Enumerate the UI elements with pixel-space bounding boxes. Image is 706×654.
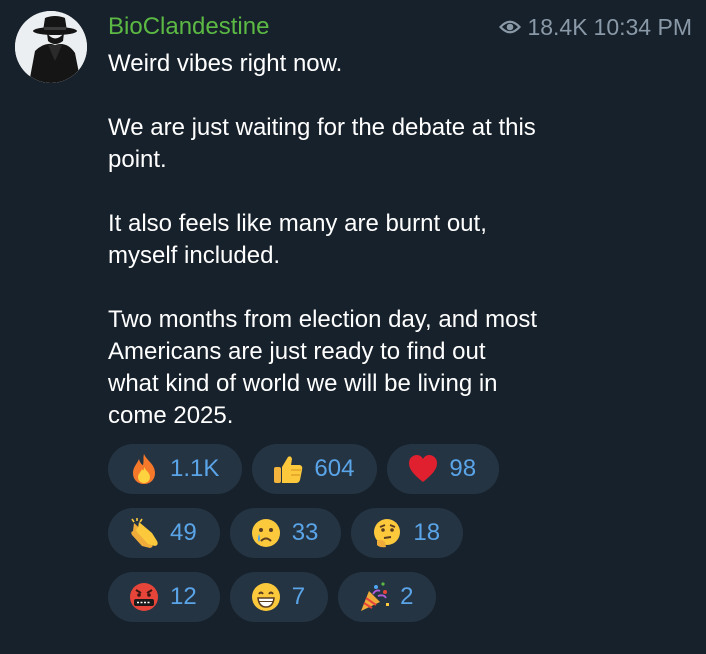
paragraph: We are just waiting for the debate at th… xyxy=(108,114,536,173)
reaction-count: 18 xyxy=(413,519,441,546)
message-meta: 18.4K 10:34 PM xyxy=(499,12,692,42)
paragraph: Two months from election day, and most A… xyxy=(108,306,538,429)
reaction-count: 7 xyxy=(291,583,306,610)
reaction-cursing-face[interactable]: 12 xyxy=(108,572,220,622)
reaction-row: 1.1K 604 98 xyxy=(108,444,628,494)
reaction-grinning-face[interactable]: 7 xyxy=(229,572,329,622)
reaction-heart[interactable]: 98 xyxy=(387,444,500,494)
reaction-clapping-hands[interactable]: 49 xyxy=(108,508,220,558)
reaction-row: 12 7 2 xyxy=(108,572,628,622)
view-count: 18.4K xyxy=(527,14,588,40)
reactions-bar: 1.1K 604 98 49 33 18 12 7 2 xyxy=(108,444,628,636)
channel-message: BioClandestine 18.4K 10:34 PM Weird vibe… xyxy=(0,0,706,654)
reaction-thinking-face[interactable]: 18 xyxy=(351,508,464,558)
paragraph: It also feels like many are burnt out, m… xyxy=(108,210,487,269)
thumbs-up-icon xyxy=(272,453,304,485)
grinning-face-icon xyxy=(250,581,282,613)
timestamp: 10:34 PM xyxy=(593,14,692,40)
message-text: Weird vibes right now. We are just waiti… xyxy=(108,48,668,432)
reaction-crying-face[interactable]: 33 xyxy=(229,508,342,558)
fire-icon xyxy=(128,453,160,485)
reaction-count: 49 xyxy=(170,519,197,546)
reaction-row: 49 33 18 xyxy=(108,508,628,558)
paragraph: Weird vibes right now. xyxy=(108,50,343,77)
reaction-count: 12 xyxy=(170,583,197,610)
avatar[interactable] xyxy=(15,11,87,83)
reaction-thumbs-up[interactable]: 604 xyxy=(252,444,378,494)
clapping-hands-icon xyxy=(128,517,160,549)
reaction-count: 33 xyxy=(291,519,319,546)
reaction-party-popper[interactable]: 2 xyxy=(338,572,437,622)
reaction-count: 2 xyxy=(400,583,414,610)
eye-icon xyxy=(499,19,522,35)
cursing-face-icon xyxy=(128,581,160,613)
spy-silhouette-icon xyxy=(15,11,87,83)
thinking-face-icon xyxy=(371,517,403,549)
heart-icon xyxy=(407,453,439,485)
crying-face-icon xyxy=(250,517,282,549)
party-popper-icon xyxy=(358,581,390,613)
sender-name[interactable]: BioClandestine xyxy=(108,12,269,42)
reaction-fire[interactable]: 1.1K xyxy=(108,444,243,494)
reaction-count: 1.1K xyxy=(170,455,220,482)
reaction-count: 604 xyxy=(314,455,355,482)
reaction-count: 98 xyxy=(449,455,477,482)
